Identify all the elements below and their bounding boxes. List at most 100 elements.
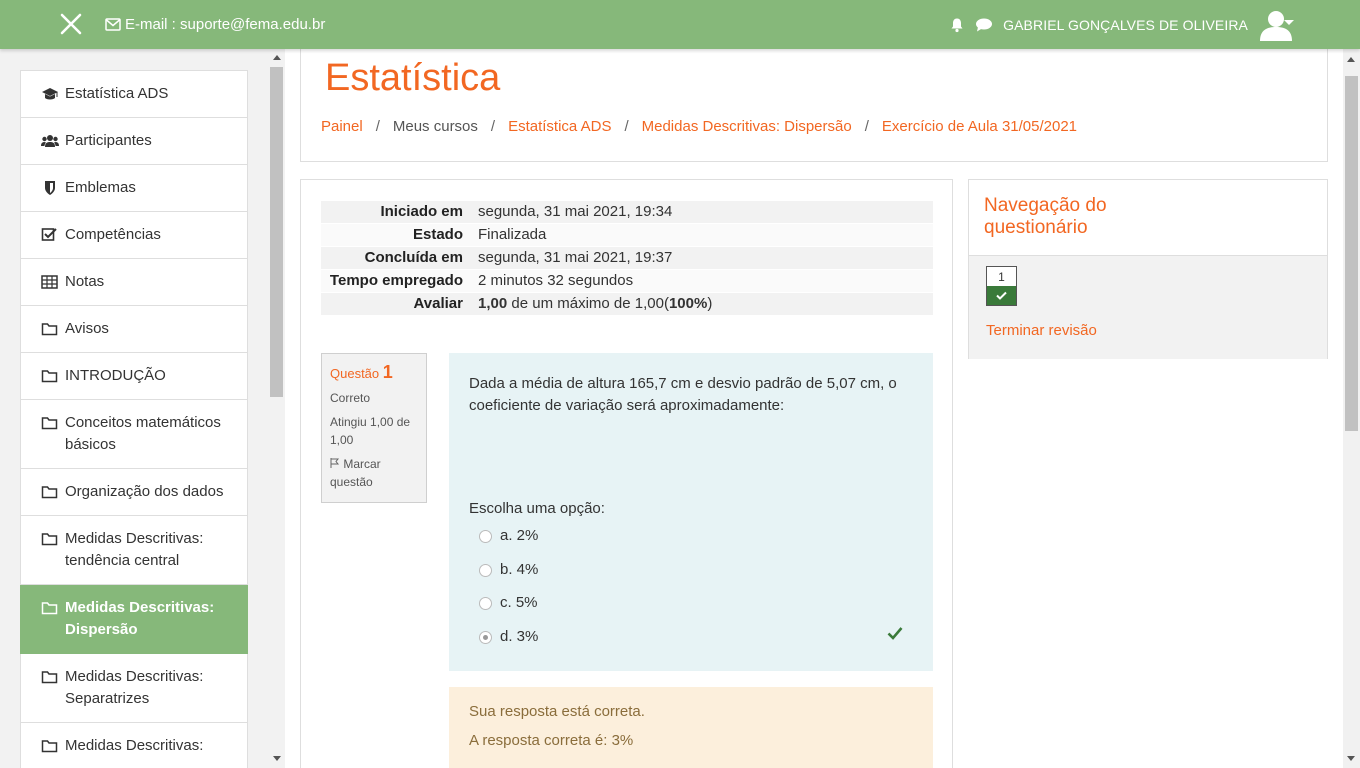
drawer-item-dispersion[interactable]: Medidas Descritivas: Dispersão [20, 585, 248, 654]
grade-value: 1,00 [478, 295, 508, 312]
drawer-item-descriptive-more[interactable]: Medidas Descritivas: [20, 723, 248, 768]
bell-icon[interactable] [949, 17, 965, 33]
radio-button[interactable] [479, 563, 492, 577]
drawer-item-grades[interactable]: Notas [20, 259, 248, 306]
breadcrumb-quiz[interactable]: Exercício de Aula 31/05/2021 [882, 118, 1077, 135]
drawer-item-label: Estatística ADS [65, 85, 169, 102]
drawer-item-competencies[interactable]: Competências [20, 212, 248, 259]
drawer-item-introduction[interactable]: INTRODUÇÃO [20, 353, 248, 400]
drawer-item-label: INTRODUÇÃO [65, 367, 166, 384]
summary-label: Iniciado em [380, 203, 463, 220]
radio-button[interactable] [479, 596, 492, 610]
scroll-up-arrow-icon[interactable] [273, 55, 281, 60]
question-content-box: Dada a média de altura 165,7 cm e desvio… [449, 353, 933, 671]
page-title: Estatística [325, 57, 501, 99]
drawer-item-separatrices[interactable]: Medidas Descritivas: Separatrizes [20, 654, 248, 723]
question-nav-number: 1 [998, 270, 1005, 284]
question-number: Questão 1 [330, 362, 418, 383]
grade-percent: 100% [668, 295, 708, 312]
close-icon[interactable] [58, 11, 84, 37]
folder-icon [41, 417, 58, 430]
breadcrumb-separator: / [490, 118, 496, 135]
answer-option-b[interactable]: b. 4% [479, 559, 538, 581]
correct-answer-text: A resposta correta é: 3% [469, 732, 634, 749]
folder-icon [41, 740, 58, 753]
scroll-down-arrow-icon[interactable] [273, 756, 281, 761]
answer-option-label: a. 2% [500, 527, 539, 544]
user-name[interactable]: GABRIEL GONÇALVES DE OLIVEIRA [1003, 17, 1248, 33]
summary-label: Estado [412, 226, 463, 243]
scroll-down-arrow-icon[interactable] [1347, 756, 1355, 761]
drawer-item-central-tendency[interactable]: Medidas Descritivas: tendência central [20, 516, 248, 585]
folder-icon [41, 486, 58, 499]
radio-button[interactable] [479, 529, 492, 543]
drawer-item-label: Competências [65, 226, 161, 243]
drawer-item-course-home[interactable]: Estatística ADS [20, 70, 248, 118]
page-scroll-thumb[interactable] [1345, 76, 1358, 431]
radio-button-selected[interactable] [479, 630, 492, 644]
summary-value: segunda, 31 mai 2021, 19:37 [478, 249, 673, 266]
drawer-item-badges[interactable]: Emblemas [20, 165, 248, 212]
attempt-summary-table: Iniciado em segunda, 31 mai 2021, 19:34 … [321, 201, 933, 316]
summary-label: Tempo empregado [329, 272, 463, 289]
drawer-item-label: Medidas Descritivas: Dispersão [65, 599, 215, 638]
page-scrollbar[interactable] [1343, 49, 1360, 768]
breadcrumb-my-courses: Meus cursos [392, 118, 478, 135]
drawer-item-announcements[interactable]: Avisos [20, 306, 248, 353]
drawer-item-data-organization[interactable]: Organização dos dados [20, 469, 248, 516]
question-number-value: 1 [382, 362, 393, 382]
breadcrumb-dashboard[interactable]: Painel [321, 118, 363, 135]
finish-review-link[interactable]: Terminar revisão [986, 322, 1097, 339]
question-nav-button[interactable]: 1 [986, 266, 1017, 306]
user-avatar-icon[interactable] [1258, 7, 1294, 43]
breadcrumb-course[interactable]: Estatística ADS [508, 118, 611, 135]
answer-option-label: d. 3% [500, 628, 539, 645]
drawer-scrollbar[interactable] [270, 49, 283, 768]
question-correct-indicator [987, 286, 1016, 305]
course-drawer: Estatística ADS Participantes Emblemas C… [0, 49, 285, 768]
shield-icon [45, 181, 55, 195]
summary-value: Finalizada [478, 226, 547, 243]
table-icon [41, 275, 58, 289]
summary-row-completed: Concluída em segunda, 31 mai 2021, 19:37 [321, 247, 933, 269]
users-icon [41, 135, 59, 147]
summary-row-started: Iniciado em segunda, 31 mai 2021, 19:34 [321, 201, 933, 223]
flag-icon [330, 458, 340, 468]
correct-check-icon [887, 627, 903, 640]
breadcrumb: Painel / Meus cursos / Estatística ADS /… [321, 118, 1077, 135]
scroll-up-arrow-icon[interactable] [1347, 57, 1355, 62]
summary-value: 1,00 de um máximo de 1,00(100%) [469, 293, 933, 315]
quiz-navigation-body: 1 Terminar revisão [969, 255, 1327, 359]
answer-option-d[interactable]: d. 3% [479, 626, 538, 648]
drawer-item-label: Emblemas [65, 179, 136, 196]
question-score: Atingiu 1,00 de 1,00 [330, 415, 411, 447]
summary-value: segunda, 31 mai 2021, 19:34 [478, 203, 673, 220]
grade-max-text: de um máximo de 1,00( [507, 295, 669, 312]
breadcrumb-section[interactable]: Medidas Descritivas: Dispersão [642, 118, 852, 135]
caret-down-icon[interactable] [1284, 20, 1294, 25]
quiz-review-card: Iniciado em segunda, 31 mai 2021, 19:34 … [300, 179, 953, 768]
quiz-navigation-title: Navegação do questionário [984, 195, 1107, 238]
drawer-item-label: Medidas Descritivas: [65, 737, 204, 754]
drawer-item-label: Notas [65, 273, 105, 290]
top-navbar: E-mail : suporte@fema.edu.br GABRIEL GON… [0, 0, 1360, 49]
drawer-scroll-thumb[interactable] [270, 67, 283, 397]
drawer-item-basic-math[interactable]: Conceitos matemáticos básicos [20, 400, 248, 469]
summary-label: Avaliar [413, 295, 463, 312]
drawer-item-participants[interactable]: Participantes [20, 118, 248, 165]
support-email[interactable]: E-mail : suporte@fema.edu.br [105, 16, 325, 33]
answer-option-c[interactable]: c. 5% [479, 592, 538, 614]
answer-prompt: Escolha uma opção: [469, 500, 605, 517]
question-info-box: Questão 1 Correto Atingiu 1,00 de 1,00 M… [321, 353, 427, 503]
answer-option-a[interactable]: a. 2% [479, 525, 538, 547]
folder-icon [41, 323, 58, 336]
chat-icon[interactable] [975, 17, 993, 33]
question-text: Dada a média de altura 165,7 cm e desvio… [469, 375, 897, 414]
drawer-item-label: Participantes [65, 132, 152, 149]
answer-feedback-box: Sua resposta está correta. A resposta co… [449, 687, 933, 768]
folder-icon [41, 602, 58, 615]
quiz-navigation-block: Navegação do questionário 1 Terminar rev… [968, 179, 1328, 359]
summary-row-time-taken: Tempo empregado 2 minutos 32 segundos [321, 270, 933, 292]
folder-icon [41, 370, 58, 383]
flag-question-link[interactable]: Marcar questão [330, 455, 418, 491]
